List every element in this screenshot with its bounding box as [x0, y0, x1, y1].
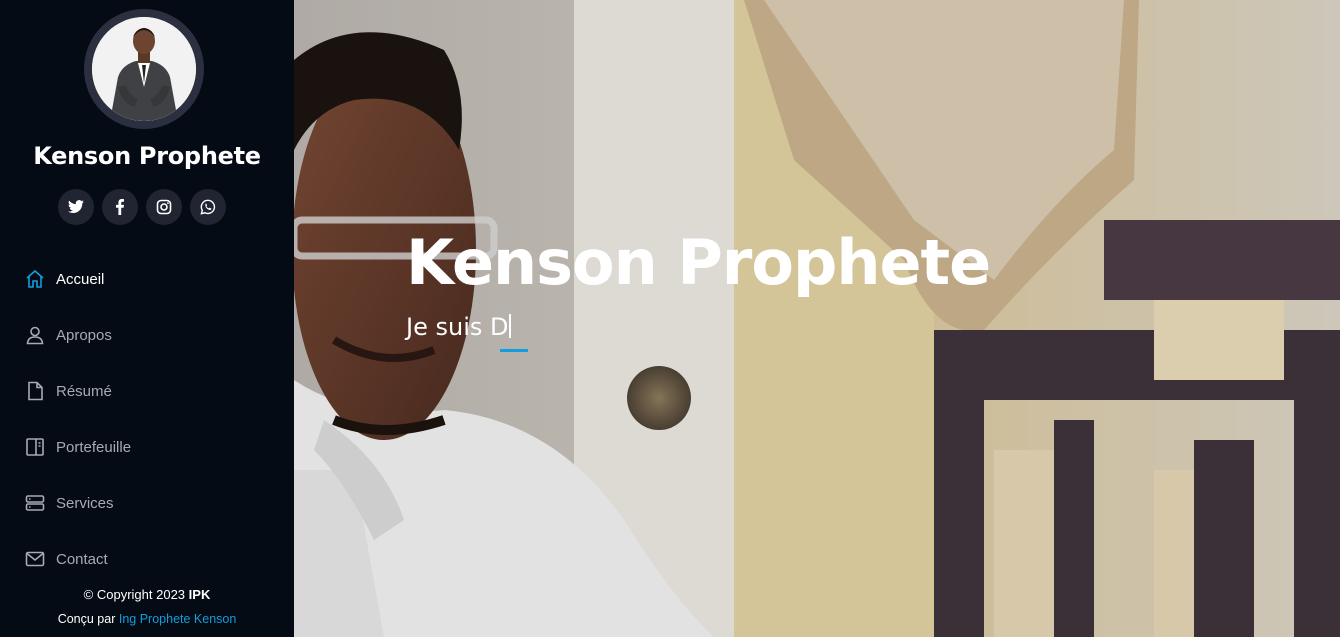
nav-item-accueil[interactable]: Accueil — [0, 251, 294, 307]
nav-label: Portefeuille — [56, 438, 132, 456]
whatsapp-link[interactable] — [190, 189, 226, 225]
twitter-icon — [68, 200, 84, 214]
typing-cursor — [509, 314, 512, 338]
nav-item-contact[interactable]: Contact — [0, 531, 294, 587]
sidebar: Kenson Prophete Accueil Apropos Résumé P… — [0, 0, 294, 637]
instagram-link[interactable] — [146, 189, 182, 225]
book-icon — [24, 436, 46, 458]
nav-label: Accueil — [56, 270, 105, 288]
nav-item-resume[interactable]: Résumé — [0, 363, 294, 419]
nav-label: Résumé — [56, 382, 112, 400]
credits: Conçu par Ing Prophete Kenson — [0, 612, 294, 626]
twitter-link[interactable] — [58, 189, 94, 225]
credits-prefix: Conçu par — [57, 612, 116, 626]
whatsapp-icon — [200, 199, 216, 215]
social-links — [58, 189, 238, 225]
copyright: © Copyright 2023 IPK — [0, 587, 294, 602]
hero-typed-text: Je suis D — [406, 313, 509, 341]
nav-label: Apropos — [56, 326, 112, 344]
profile-name: Kenson Prophete — [33, 142, 261, 170]
avatar-photo — [92, 17, 196, 121]
copyright-brand: IPK — [188, 587, 211, 602]
avatar[interactable] — [92, 17, 196, 121]
envelope-icon — [24, 548, 46, 570]
nav-label: Services — [56, 494, 114, 512]
person-icon — [24, 324, 46, 346]
hero-subtitle: Je suis D — [406, 313, 528, 352]
hero-title: Kenson Prophete — [406, 226, 991, 299]
nav-item-apropos[interactable]: Apropos — [0, 307, 294, 363]
nav-item-portefeuille[interactable]: Portefeuille — [0, 419, 294, 475]
typed-underline — [500, 349, 528, 352]
nav-label: Contact — [56, 550, 108, 568]
facebook-link[interactable] — [102, 189, 138, 225]
avatar-ring — [84, 9, 204, 129]
credits-link[interactable]: Ing Prophete Kenson — [119, 612, 236, 626]
main-nav: Accueil Apropos Résumé Portefeuille Serv… — [0, 251, 294, 587]
home-icon — [24, 268, 46, 290]
facebook-icon — [116, 199, 124, 215]
copyright-prefix: © Copyright 2023 — [83, 587, 186, 602]
hero-section: Kenson Prophete Je suis D — [294, 0, 1340, 637]
file-icon — [24, 380, 46, 402]
server-icon — [24, 492, 46, 514]
instagram-icon — [156, 199, 172, 215]
nav-item-services[interactable]: Services — [0, 475, 294, 531]
